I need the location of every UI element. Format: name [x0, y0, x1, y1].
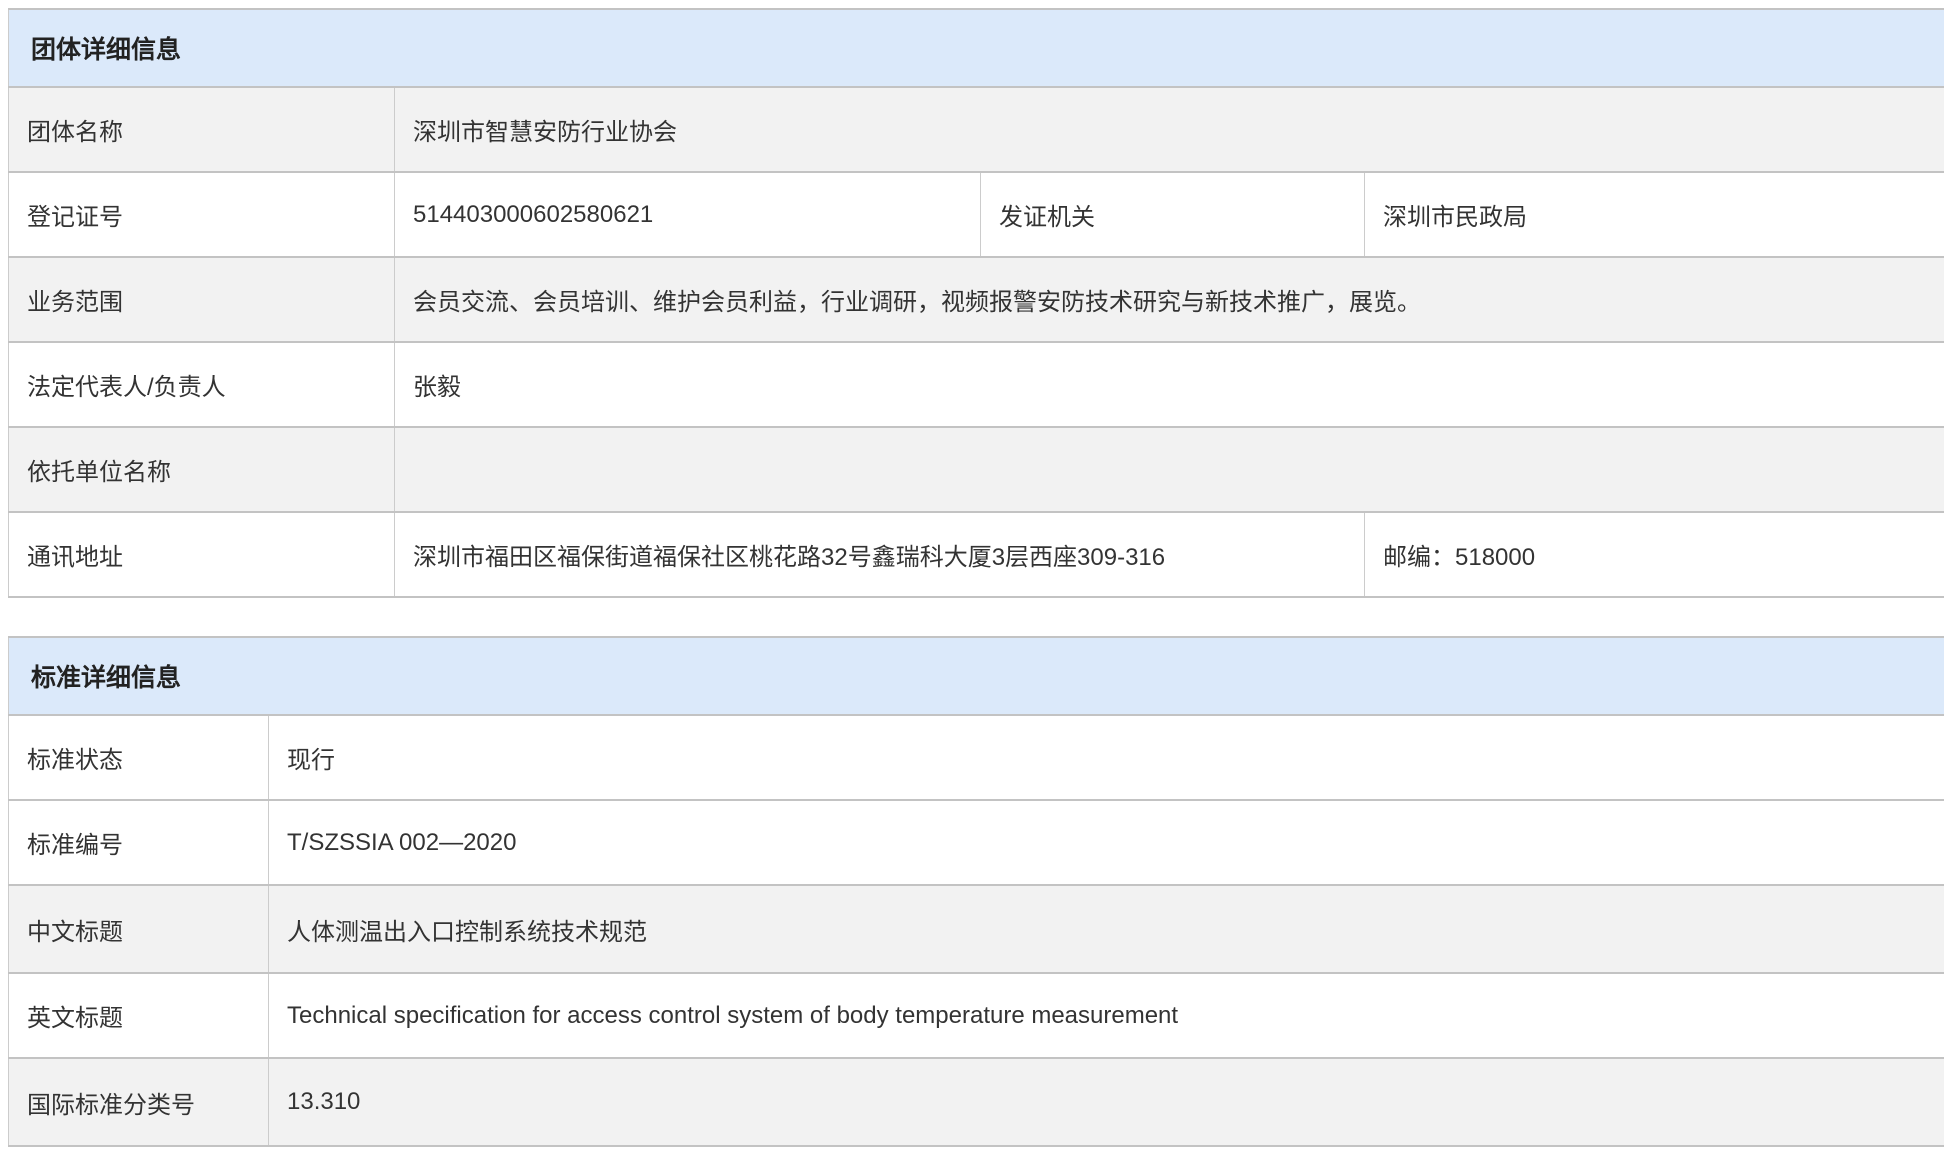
chinese-title-value: 人体测温出入口控制系统技术规范 [269, 885, 1944, 973]
legal-representative-label: 法定代表人/负责人 [9, 342, 395, 427]
business-scope-value: 会员交流、会员培训、维护会员利益，行业调研，视频报警安防技术研究与新技术推广，展… [395, 257, 1944, 342]
supporting-unit-value [395, 427, 1944, 512]
group-name-label: 团体名称 [9, 87, 395, 172]
postal-code-value: 邮编：518000 [1365, 512, 1944, 597]
table-row: 国际标准分类号 13.310 [9, 1058, 1944, 1146]
standard-info-title: 标准详细信息 [9, 637, 1944, 715]
supporting-unit-label: 依托单位名称 [9, 427, 395, 512]
table-row: 团体名称 深圳市智慧安防行业协会 [9, 87, 1944, 172]
table-row: 法定代表人/负责人 张毅 [9, 342, 1944, 427]
registration-no-label: 登记证号 [9, 172, 395, 257]
issuing-authority-value: 深圳市民政局 [1365, 172, 1944, 257]
table-row: 业务范围 会员交流、会员培训、维护会员利益，行业调研，视频报警安防技术研究与新技… [9, 257, 1944, 342]
standard-status-value: 现行 [269, 715, 1944, 800]
standard-no-label: 标准编号 [9, 800, 269, 885]
business-scope-label: 业务范围 [9, 257, 395, 342]
table-row: 标准编号 T/SZSSIA 002—2020 [9, 800, 1944, 885]
english-title-label: 英文标题 [9, 973, 269, 1058]
table-row: 标准状态 现行 [9, 715, 1944, 800]
english-title-value: Technical specification for access contr… [269, 973, 1944, 1058]
ics-no-value: 13.310 [269, 1058, 1944, 1146]
registration-no-value: 514403000602580621 [395, 172, 981, 257]
group-name-value: 深圳市智慧安防行业协会 [395, 87, 1944, 172]
standard-info-table: 标准详细信息 标准状态 现行 标准编号 T/SZSSIA 002—2020 中文… [8, 636, 1944, 1147]
table-row: 登记证号 514403000602580621 发证机关 深圳市民政局 [9, 172, 1944, 257]
mailing-address-label: 通讯地址 [9, 512, 395, 597]
mailing-address-value: 深圳市福田区福保街道福保社区桃花路32号鑫瑞科大厦3层西座309-316 [395, 512, 1365, 597]
table-row: 中文标题 人体测温出入口控制系统技术规范 [9, 885, 1944, 973]
group-info-title: 团体详细信息 [9, 9, 1944, 87]
group-info-table: 团体详细信息 团体名称 深圳市智慧安防行业协会 登记证号 51440300060… [8, 8, 1944, 598]
table-row: 依托单位名称 [9, 427, 1944, 512]
issuing-authority-label: 发证机关 [981, 172, 1365, 257]
chinese-title-label: 中文标题 [9, 885, 269, 973]
standard-status-label: 标准状态 [9, 715, 269, 800]
ics-no-label: 国际标准分类号 [9, 1058, 269, 1146]
table-row: 英文标题 Technical specification for access … [9, 973, 1944, 1058]
page: 团体详细信息 团体名称 深圳市智慧安防行业协会 登记证号 51440300060… [0, 0, 1944, 1147]
legal-representative-value: 张毅 [395, 342, 1944, 427]
table-row: 通讯地址 深圳市福田区福保街道福保社区桃花路32号鑫瑞科大厦3层西座309-31… [9, 512, 1944, 597]
standard-no-value: T/SZSSIA 002—2020 [269, 800, 1944, 885]
